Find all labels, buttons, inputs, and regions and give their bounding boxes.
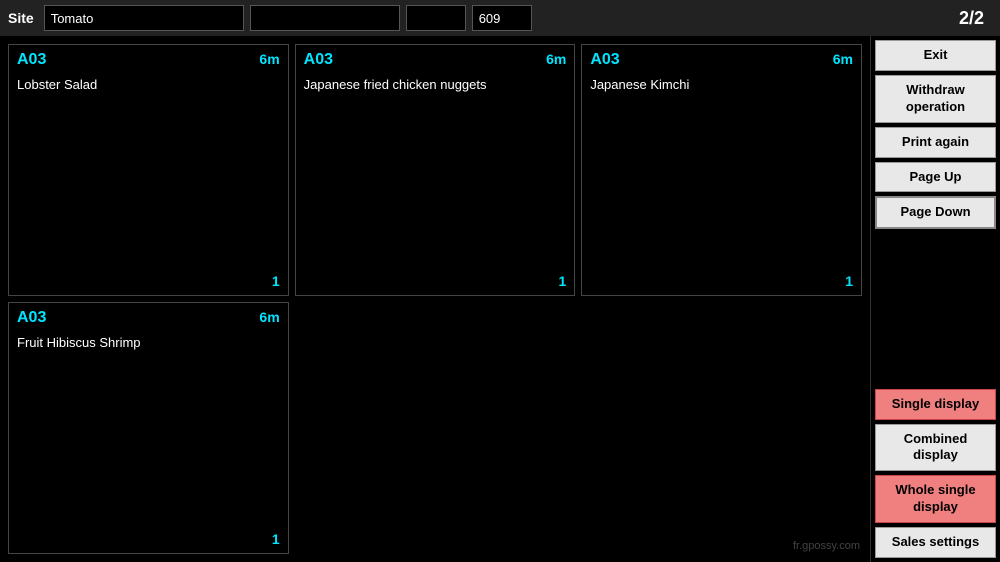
card-time: 6m <box>833 51 853 67</box>
mid-input[interactable] <box>250 5 400 31</box>
card-table: A03 <box>590 51 619 69</box>
order-card: A03 6m Japanese fried chicken nuggets 1 <box>295 44 576 296</box>
site-input[interactable] <box>44 5 244 31</box>
card-item: Japanese Kimchi <box>590 77 853 273</box>
card-time: 6m <box>259 309 279 325</box>
order-card: A03 6m Japanese Kimchi 1 <box>581 44 862 296</box>
card-time: 6m <box>259 51 279 67</box>
card-qty: 1 <box>17 531 280 547</box>
card-header: A03 6m <box>17 51 280 69</box>
card-table: A03 <box>17 309 46 327</box>
sales-settings-button[interactable]: Sales settings <box>875 527 996 558</box>
site-label: Site <box>8 10 34 26</box>
order-card: A03 6m Lobster Salad 1 <box>8 44 289 296</box>
exit-button[interactable]: Exit <box>875 40 996 71</box>
card-qty: 1 <box>17 273 280 289</box>
page-up-button[interactable]: Page Up <box>875 162 996 193</box>
card-item: Japanese fried chicken nuggets <box>304 77 567 273</box>
card-header: A03 6m <box>590 51 853 69</box>
watermark: fr.gpossy.com <box>793 540 860 552</box>
card-time: 6m <box>546 51 566 67</box>
combined-display-button[interactable]: Combined display <box>875 424 996 472</box>
num-input[interactable] <box>472 5 532 31</box>
withdraw-button[interactable]: Withdraw operation <box>875 75 996 123</box>
order-grid: A03 6m Lobster Salad 1 A03 6m Japanese f… <box>0 36 870 562</box>
main-area: A03 6m Lobster Salad 1 A03 6m Japanese f… <box>0 36 1000 562</box>
card-item: Lobster Salad <box>17 77 280 273</box>
card-header: A03 6m <box>17 309 280 327</box>
page-indicator: 2/2 <box>959 8 992 29</box>
single-display-button[interactable]: Single display <box>875 389 996 420</box>
page-down-button[interactable]: Page Down <box>875 196 996 229</box>
card-item: Fruit Hibiscus Shrimp <box>17 335 280 531</box>
header: Site 2/2 <box>0 0 1000 36</box>
card-qty: 1 <box>304 273 567 289</box>
card-qty: 1 <box>590 273 853 289</box>
short-input[interactable] <box>406 5 466 31</box>
card-table: A03 <box>17 51 46 69</box>
whole-single-display-button[interactable]: Whole single display <box>875 475 996 523</box>
order-card: A03 6m Fruit Hibiscus Shrimp 1 <box>8 302 289 554</box>
card-table: A03 <box>304 51 333 69</box>
print-again-button[interactable]: Print again <box>875 127 996 158</box>
card-header: A03 6m <box>304 51 567 69</box>
sidebar: Exit Withdraw operation Print again Page… <box>870 36 1000 562</box>
